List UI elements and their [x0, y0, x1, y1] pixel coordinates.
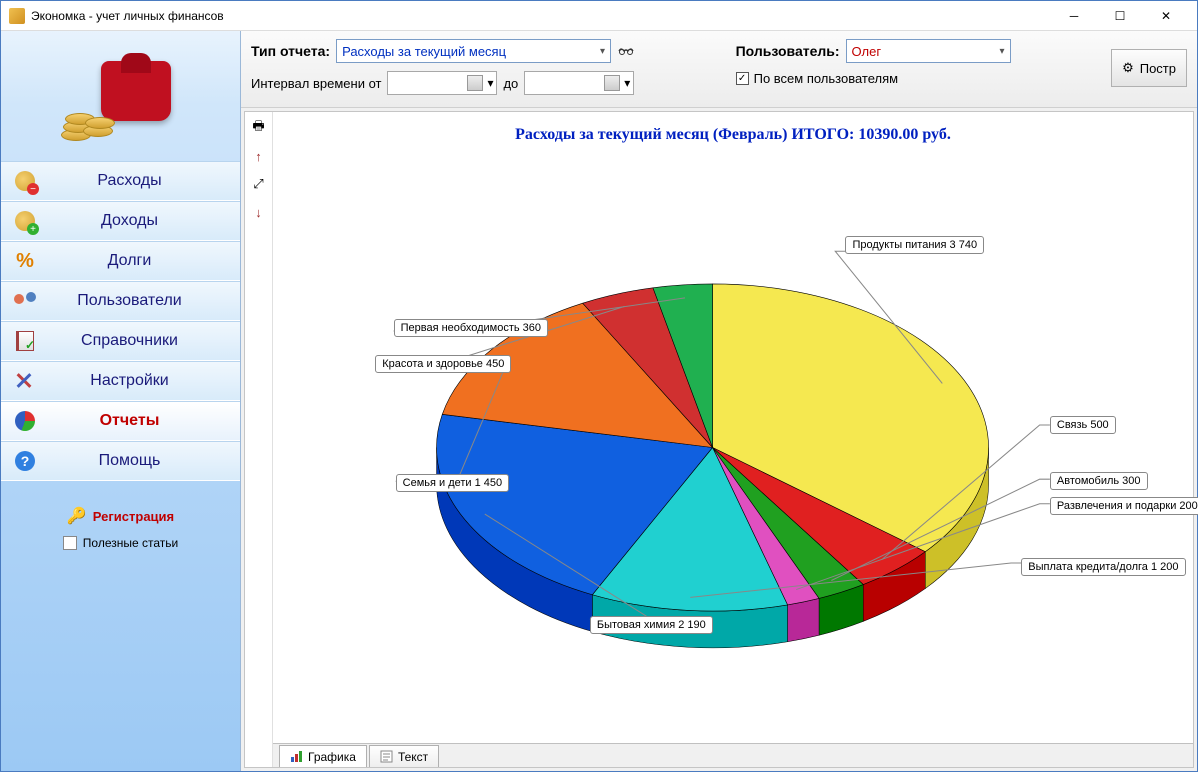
build-icon: ⚙: [1122, 60, 1134, 76]
close-button[interactable]: ✕: [1143, 1, 1189, 31]
chart-label: Выплата кредита/долга 1 200: [1021, 558, 1185, 576]
window-title: Экономка - учет личных финансов: [31, 9, 1051, 23]
report-type-combo[interactable]: Расходы за текущий месяц ▾: [336, 39, 611, 63]
chart-wrap: Расходы за текущий месяц (Февраль) ИТОГО…: [273, 112, 1193, 767]
key-icon: 🔑: [67, 506, 87, 526]
report-area: 🖶 ↑ ⤢ ↓ Расходы за текущий месяц (Феврал…: [244, 111, 1194, 768]
report-toolbar: Тип отчета: Расходы за текущий месяц ▾ И…: [241, 31, 1197, 108]
help-icon: ?: [13, 449, 37, 473]
titlebar: Экономка - учет личных финансов ─ ☐ ✕: [1, 1, 1197, 31]
chevron-down-icon: ▾: [1000, 46, 1005, 57]
nav-income[interactable]: Доходы: [1, 201, 240, 241]
glasses-icon[interactable]: [617, 44, 635, 58]
book-icon: [13, 329, 37, 353]
chart-label: Красота и здоровье 450: [375, 355, 511, 373]
build-button[interactable]: ⚙ Постр: [1111, 49, 1187, 87]
calendar-icon: [604, 75, 620, 91]
users-icon: [13, 289, 37, 313]
nav-help[interactable]: ? Помощь: [1, 441, 240, 481]
date-to-input[interactable]: ▾: [524, 71, 634, 95]
chart-title: Расходы за текущий месяц (Февраль) ИТОГО…: [273, 112, 1193, 152]
nav-debts[interactable]: % Долги: [1, 241, 240, 281]
to-label: до: [503, 76, 518, 91]
all-users-checkbox[interactable]: ✓: [736, 72, 749, 85]
chevron-down-icon: ▾: [487, 76, 493, 90]
report-type-label: Тип отчета:: [251, 43, 330, 59]
interval-label: Интервал времени от: [251, 76, 381, 91]
sidebar: Расходы Доходы % Долги Пользователи Спра…: [1, 31, 241, 771]
chart-label: Семья и дети 1 450: [396, 474, 510, 492]
report-tabs: Графика Текст: [273, 743, 1193, 767]
tools-icon: [13, 369, 37, 393]
pie-chart: Продукты питания 3 740 Связь 500 Автомобил…: [273, 152, 1193, 743]
nav-users[interactable]: Пользователи: [1, 281, 240, 321]
maximize-button[interactable]: ☐: [1097, 1, 1143, 31]
chart-label: Первая необходимость 360: [394, 319, 548, 337]
user-label: Пользователь:: [736, 43, 840, 59]
nav-reports[interactable]: Отчеты: [1, 401, 240, 441]
percent-icon: %: [13, 249, 37, 273]
date-from-input[interactable]: ▾: [387, 71, 497, 95]
doc-icon: [63, 536, 77, 550]
text-icon: [380, 750, 393, 763]
print-icon[interactable]: 🖶: [251, 120, 267, 136]
app-window: Экономка - учет личных финансов ─ ☐ ✕: [0, 0, 1198, 772]
report-tool-strip: 🖶 ↑ ⤢ ↓: [245, 112, 273, 767]
chart-icon: [290, 750, 303, 763]
nav-settings[interactable]: Настройки: [1, 361, 240, 401]
nav-expenses[interactable]: Расходы: [1, 161, 240, 201]
chart-label: Автомобиль 300: [1050, 472, 1148, 490]
pie-icon: [13, 409, 37, 433]
app-icon: [9, 8, 25, 24]
minimize-button[interactable]: ─: [1051, 1, 1097, 31]
nav-references[interactable]: Справочники: [1, 321, 240, 361]
all-users-label: По всем пользователям: [754, 71, 899, 86]
chevron-down-icon: ▾: [600, 46, 605, 57]
sidebar-logo: [1, 31, 240, 161]
arrow-down-icon[interactable]: ↓: [251, 204, 267, 220]
tab-text[interactable]: Текст: [369, 745, 439, 767]
registration-link[interactable]: 🔑 Регистрация: [67, 506, 174, 526]
chart-label: Связь 500: [1050, 416, 1116, 434]
coins-plus-icon: [13, 209, 37, 233]
chart-label: Бытовая химия 2 190: [590, 616, 713, 634]
chart-label: Развлечения и подарки 200: [1050, 497, 1198, 515]
articles-link[interactable]: Полезные статьи: [63, 536, 178, 550]
user-combo[interactable]: Олег ▾: [846, 39, 1011, 63]
tab-graphics[interactable]: Графика: [279, 745, 367, 767]
chevron-down-icon: ▾: [624, 76, 630, 90]
calendar-icon: [467, 75, 483, 91]
main-area: Тип отчета: Расходы за текущий месяц ▾ И…: [241, 31, 1197, 771]
arrow-up-icon[interactable]: ↑: [251, 148, 267, 164]
chart-label: Продукты питания 3 740: [845, 236, 984, 254]
coins-minus-icon: [13, 169, 37, 193]
zoom-icon[interactable]: ⤢: [251, 176, 267, 192]
